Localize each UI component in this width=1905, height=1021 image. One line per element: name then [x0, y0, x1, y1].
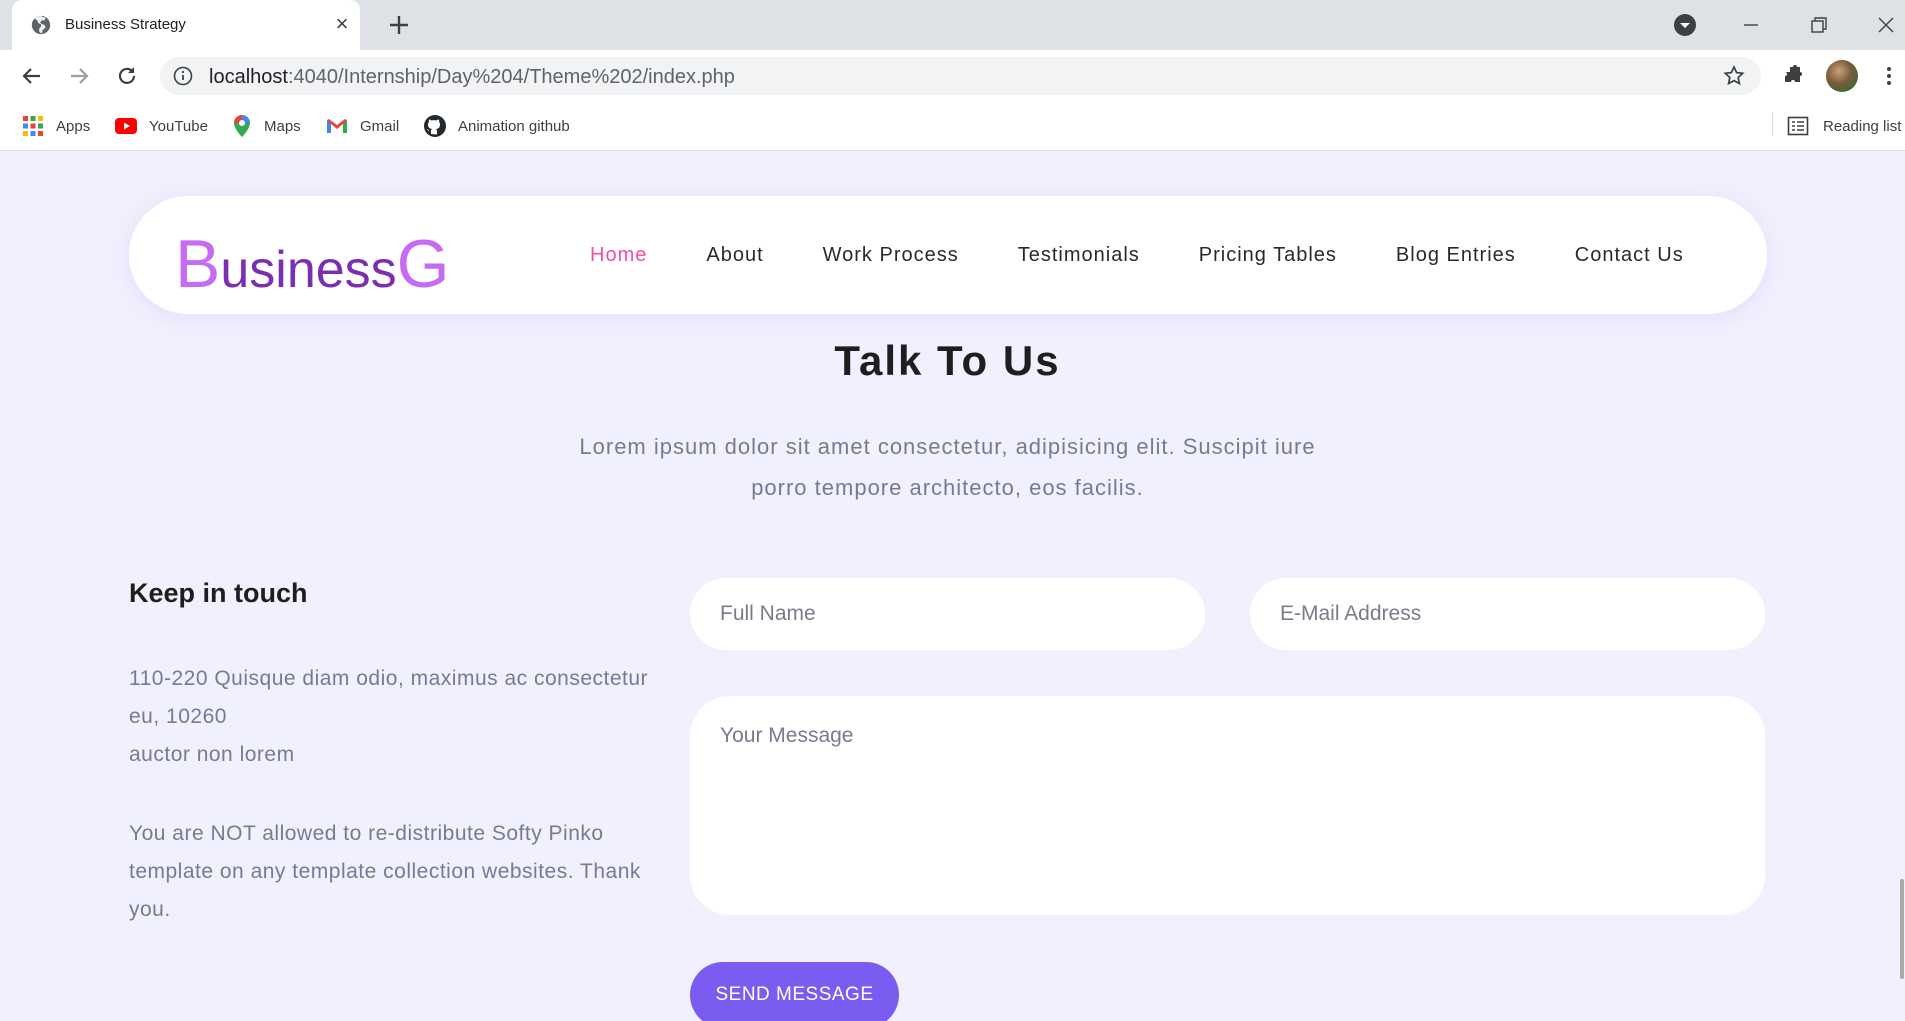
bookmarks-bar: Apps YouTube Maps Gmail Animation github: [0, 102, 1905, 151]
message-textarea[interactable]: Your Message: [690, 696, 1765, 915]
email-placeholder: E-Mail Address: [1280, 602, 1422, 625]
url-path: :4040/Internship/Day%204/Theme%202/index…: [287, 66, 735, 88]
restore-icon[interactable]: [1802, 8, 1836, 42]
full-name-input[interactable]: Full Name: [690, 578, 1205, 650]
minimize-icon[interactable]: [1734, 8, 1768, 42]
nav-testimonials[interactable]: Testimonials: [1018, 244, 1140, 267]
address-line-2: auctor non lorem: [129, 743, 295, 766]
globe-icon: [31, 15, 51, 35]
email-input[interactable]: E-Mail Address: [1250, 578, 1765, 650]
logo-initial: B: [175, 226, 221, 302]
site-logo[interactable]: BusinessG: [175, 230, 450, 300]
back-arrow-icon[interactable]: [17, 61, 47, 91]
bookmark-apps[interactable]: Apps: [21, 114, 90, 138]
github-icon: [424, 115, 446, 137]
bookmark-maps[interactable]: Maps: [231, 114, 301, 138]
section-title: Talk To Us: [834, 337, 1061, 384]
url-text[interactable]: localhost:4040/Internship/Day%204/Theme%…: [209, 66, 735, 89]
license-notice: You are NOT allowed to re-distribute Sof…: [129, 822, 641, 921]
section-description: Lorem ipsum dolor sit amet consectetur, …: [579, 434, 1316, 500]
nav-home[interactable]: Home: [590, 244, 647, 267]
logo-tail: G: [396, 226, 450, 302]
full-name-placeholder: Full Name: [720, 602, 816, 625]
nav-blog-entries[interactable]: Blog Entries: [1396, 244, 1516, 267]
site-info-icon[interactable]: [173, 66, 193, 86]
close-window-icon[interactable]: [1869, 8, 1903, 42]
reading-list-label: Reading list: [1823, 117, 1902, 135]
browser-toolbar: localhost:4040/Internship/Day%204/Theme%…: [0, 50, 1905, 102]
nav-about[interactable]: About: [706, 244, 763, 267]
bookmark-youtube[interactable]: YouTube: [114, 114, 208, 138]
address-bar[interactable]: localhost:4040/Internship/Day%204/Theme%…: [160, 57, 1761, 95]
apps-grid-icon: [23, 116, 43, 136]
message-placeholder: Your Message: [720, 724, 854, 747]
bookmark-label: Apps: [56, 117, 91, 135]
address-line-1: 110-220 Quisque diam odio, maximus ac co…: [129, 667, 649, 728]
bookmark-star-icon[interactable]: [1722, 64, 1746, 88]
new-tab-icon[interactable]: [384, 10, 414, 40]
main-nav: Home About Work Process Testimonials Pri…: [590, 244, 1684, 267]
send-message-button[interactable]: SEND MESSAGE: [690, 962, 899, 1021]
nav-contact-us[interactable]: Contact Us: [1575, 244, 1684, 267]
reload-icon[interactable]: [112, 61, 142, 91]
forward-arrow-icon[interactable]: [64, 61, 94, 91]
page-scrollbar[interactable]: [1899, 152, 1905, 1021]
kebab-menu-icon[interactable]: [1876, 63, 1902, 89]
nav-work-process[interactable]: Work Process: [823, 244, 959, 267]
maps-pin-icon: [234, 115, 250, 137]
contact-address: 110-220 Quisque diam odio, maximus ac co…: [129, 660, 669, 774]
nav-pricing-tables[interactable]: Pricing Tables: [1199, 244, 1337, 267]
tab-search-icon[interactable]: [1673, 13, 1697, 37]
reading-list-button[interactable]: Reading list: [1787, 114, 1901, 138]
tab-title: Business Strategy: [65, 16, 186, 33]
extensions-puzzle-icon[interactable]: [1780, 63, 1806, 89]
site-header: BusinessG Home About Work Process Testim…: [129, 196, 1767, 314]
logo-word: usiness: [220, 241, 397, 299]
youtube-icon: [115, 118, 137, 134]
bookmark-label: Gmail: [360, 117, 400, 135]
bookmark-animation-github[interactable]: Animation github: [423, 114, 570, 138]
reading-list-icon: [1787, 116, 1809, 136]
gmail-icon: [327, 119, 347, 133]
bookmark-label: YouTube: [149, 117, 208, 135]
bookmark-gmail[interactable]: Gmail: [325, 114, 399, 138]
tab-strip: Business Strategy ×: [0, 0, 1905, 50]
scrollbar-thumb[interactable]: [1900, 879, 1904, 979]
bookmarks-divider: [1772, 112, 1773, 136]
page-viewport: BusinessG Home About Work Process Testim…: [0, 152, 1905, 1021]
keep-in-touch-heading: Keep in touch: [129, 578, 308, 608]
bookmark-label: Animation github: [458, 117, 570, 135]
profile-avatar[interactable]: [1826, 60, 1858, 92]
url-host: localhost: [209, 66, 288, 88]
close-tab-icon[interactable]: ×: [330, 12, 354, 36]
bookmark-label: Maps: [264, 117, 301, 135]
browser-tab[interactable]: Business Strategy ×: [12, 0, 360, 50]
